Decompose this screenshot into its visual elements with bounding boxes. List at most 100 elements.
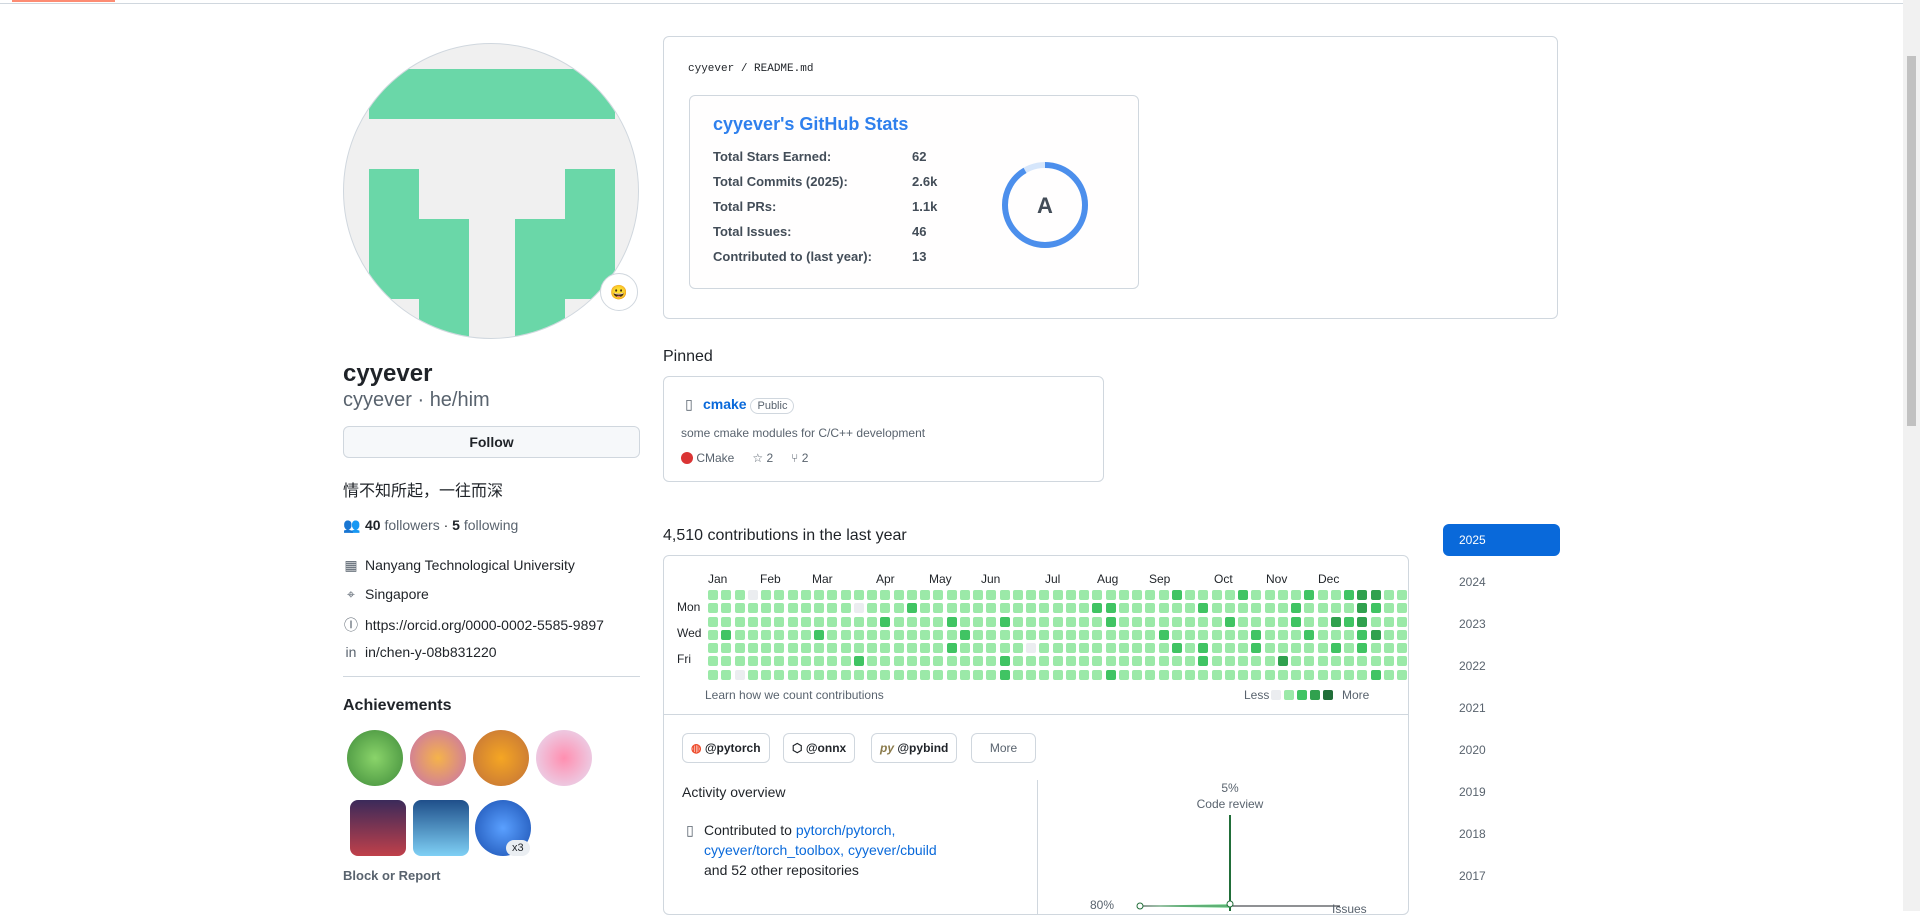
contribution-day[interactable]	[1317, 629, 1328, 640]
contribution-day[interactable]	[1370, 590, 1381, 600]
contribution-day[interactable]	[1291, 590, 1301, 600]
contribution-day[interactable]	[933, 669, 944, 680]
contribution-day[interactable]	[1065, 603, 1076, 614]
contribution-day[interactable]	[1330, 669, 1341, 680]
contribution-day[interactable]	[1397, 669, 1407, 680]
contribution-day[interactable]	[1092, 629, 1103, 640]
contribution-day[interactable]	[1330, 616, 1341, 627]
contribution-day[interactable]	[920, 603, 930, 614]
contribution-day[interactable]	[774, 616, 785, 627]
contribution-day[interactable]	[1330, 590, 1341, 600]
contribution-day[interactable]	[1211, 629, 1222, 640]
contribution-day[interactable]	[708, 656, 718, 667]
followers-link[interactable]: 40 followers	[365, 517, 440, 533]
contribution-day[interactable]	[986, 629, 997, 640]
contribution-day[interactable]	[1264, 656, 1275, 667]
contribution-day[interactable]	[761, 656, 771, 667]
contribution-day[interactable]	[893, 643, 904, 653]
contribution-day[interactable]	[946, 656, 957, 667]
contribution-day[interactable]	[973, 629, 983, 640]
contribution-day[interactable]	[999, 629, 1010, 640]
contribution-day[interactable]	[1132, 616, 1142, 627]
contribution-day[interactable]	[761, 669, 771, 680]
contribution-day[interactable]	[853, 656, 864, 667]
contribution-day[interactable]	[1026, 629, 1036, 640]
contribution-day[interactable]	[1039, 629, 1050, 640]
contribution-day[interactable]	[1211, 643, 1222, 653]
contribution-day[interactable]	[734, 603, 745, 614]
contribution-day[interactable]	[1145, 603, 1156, 614]
contribution-day[interactable]	[1211, 656, 1222, 667]
contribution-day[interactable]	[827, 669, 838, 680]
contribution-day[interactable]	[1171, 603, 1182, 614]
contribution-day[interactable]	[1224, 590, 1235, 600]
contribution-day[interactable]	[1105, 616, 1116, 627]
contribution-day[interactable]	[1105, 643, 1116, 653]
contribution-day[interactable]	[827, 643, 838, 653]
contribution-day[interactable]	[1198, 590, 1209, 600]
contribution-day[interactable]	[1132, 603, 1142, 614]
contribution-day[interactable]	[1397, 656, 1407, 667]
contribution-day[interactable]	[920, 669, 930, 680]
org-filter-more[interactable]: More	[971, 733, 1036, 763]
contribution-day[interactable]	[761, 629, 771, 640]
contribution-day[interactable]	[814, 590, 824, 600]
contribution-day[interactable]	[1370, 629, 1381, 640]
contribution-day[interactable]	[734, 616, 745, 627]
contribution-day[interactable]	[880, 616, 891, 627]
contribution-day[interactable]	[1092, 603, 1103, 614]
contribution-day[interactable]	[1264, 616, 1275, 627]
contribution-day[interactable]	[1118, 629, 1129, 640]
contribution-day[interactable]	[867, 603, 877, 614]
contribution-day[interactable]	[800, 643, 811, 653]
contribution-day[interactable]	[747, 629, 758, 640]
contribution-day[interactable]	[1052, 656, 1063, 667]
contribution-day[interactable]	[1079, 629, 1089, 640]
contribution-day[interactable]	[1052, 629, 1063, 640]
contribution-day[interactable]	[1277, 616, 1288, 627]
contribution-day[interactable]	[1397, 603, 1407, 614]
contribution-day[interactable]	[1118, 656, 1129, 667]
contribution-day[interactable]	[1026, 643, 1036, 653]
contribution-day[interactable]	[1092, 643, 1103, 653]
contribution-day[interactable]	[1238, 603, 1248, 614]
contribution-day[interactable]	[721, 629, 732, 640]
contribution-day[interactable]	[1145, 616, 1156, 627]
follow-button[interactable]: Follow	[343, 426, 640, 458]
contribution-day[interactable]	[787, 603, 798, 614]
status-emoji-button[interactable]: 😀	[600, 273, 638, 311]
contribution-day[interactable]	[1105, 669, 1116, 680]
contribution-day[interactable]	[800, 590, 811, 600]
contribution-day[interactable]	[959, 656, 970, 667]
contribution-day[interactable]	[800, 669, 811, 680]
contribution-day[interactable]	[1357, 656, 1368, 667]
contribution-day[interactable]	[840, 629, 851, 640]
contribution-day[interactable]	[1132, 669, 1142, 680]
contribution-day[interactable]	[1039, 656, 1050, 667]
contribution-day[interactable]	[1238, 616, 1248, 627]
contribution-day[interactable]	[1317, 656, 1328, 667]
contribution-day[interactable]	[946, 629, 957, 640]
contribution-day[interactable]	[1357, 629, 1368, 640]
contribution-day[interactable]	[893, 590, 904, 600]
contribution-day[interactable]	[1065, 616, 1076, 627]
contribution-day[interactable]	[880, 643, 891, 653]
contribution-day[interactable]	[1012, 590, 1023, 600]
contribution-day[interactable]	[1092, 616, 1103, 627]
contribution-day[interactable]	[1330, 629, 1341, 640]
contribution-day[interactable]	[1291, 656, 1301, 667]
contribution-day[interactable]	[906, 590, 917, 600]
contribution-day[interactable]	[1132, 629, 1142, 640]
contribution-day[interactable]	[986, 643, 997, 653]
contribution-day[interactable]	[1118, 643, 1129, 653]
contribution-day[interactable]	[1118, 669, 1129, 680]
contribution-day[interactable]	[1039, 616, 1050, 627]
contribution-day[interactable]	[986, 656, 997, 667]
contribution-day[interactable]	[1251, 590, 1262, 600]
contribution-day[interactable]	[1277, 656, 1288, 667]
contribution-day[interactable]	[1211, 603, 1222, 614]
contribution-day[interactable]	[1264, 669, 1275, 680]
contribution-day[interactable]	[827, 656, 838, 667]
contribution-day[interactable]	[721, 643, 732, 653]
year-link-2018[interactable]: 2018	[1443, 818, 1560, 850]
